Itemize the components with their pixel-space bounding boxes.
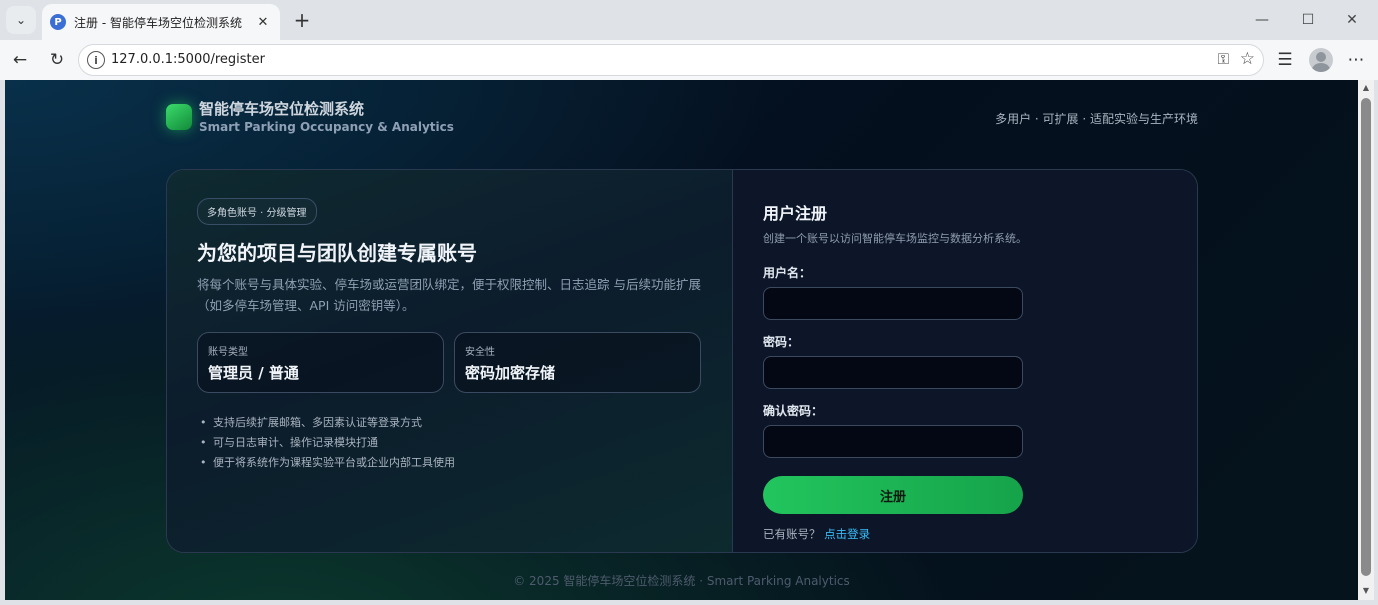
- more-menu-icon[interactable]: ⋯: [1344, 48, 1368, 72]
- profile-avatar[interactable]: [1309, 48, 1333, 72]
- brand: 智能停车场空位检测系统 Smart Parking Occupancy & An…: [166, 100, 454, 135]
- register-button[interactable]: 注册: [763, 476, 1023, 514]
- close-window-icon[interactable]: ✕: [1340, 8, 1364, 32]
- username-label: 用户名：: [763, 266, 812, 280]
- password-input[interactable]: [763, 356, 1023, 389]
- security-card: 安全性 密码加密存储: [454, 332, 701, 393]
- account-type-card: 账号类型 管理员 / 普通: [197, 332, 444, 393]
- tab-search-chevron-icon[interactable]: ⌄: [6, 6, 36, 34]
- close-tab-icon[interactable]: ✕: [254, 13, 272, 31]
- role-pill: 多角色账号 · 分级管理: [197, 198, 317, 225]
- scroll-down-icon[interactable]: ▼: [1362, 586, 1370, 595]
- list-item: 便于将系统作为课程实验平台或企业内部工具使用: [197, 453, 702, 473]
- tab-title: 注册 - 智能停车场空位检测系统: [74, 15, 242, 30]
- browser-tab[interactable]: P 注册 - 智能停车场空位检测系统 ✕: [42, 4, 280, 40]
- scrollbar-thumb[interactable]: [1361, 98, 1371, 576]
- header-tagline: 多用户 · 可扩展 · 适配实验与生产环境: [995, 112, 1198, 126]
- site-info-icon[interactable]: i: [87, 51, 105, 69]
- brand-title: 智能停车场空位检测系统: [199, 100, 365, 118]
- address-bar[interactable]: i 127.0.0.1:5000/register ⚿ ☆: [78, 44, 1264, 76]
- register-card: 多角色账号 · 分级管理 为您的项目与团队创建专属账号 将每个账号与具体实验、停…: [166, 169, 1198, 553]
- browser-toolbar: ← ↻ i 127.0.0.1:5000/register ⚿ ☆ ☰ ⋯: [0, 40, 1378, 80]
- username-input[interactable]: [763, 287, 1023, 320]
- login-prompt-line: 已有账号？ 点击登录: [763, 526, 1167, 542]
- maximize-icon[interactable]: ☐: [1296, 8, 1320, 32]
- form-title: 用户注册: [763, 204, 828, 223]
- password-label: 密码：: [763, 335, 800, 349]
- form-subtitle: 创建一个账号以访问智能停车场监控与数据分析系统。: [763, 232, 1027, 245]
- minimize-icon[interactable]: —: [1250, 8, 1274, 32]
- scroll-up-icon[interactable]: ▲: [1362, 83, 1370, 92]
- page-viewport: 智能停车场空位检测系统 Smart Parking Occupancy & An…: [5, 80, 1358, 600]
- back-icon[interactable]: ←: [8, 48, 32, 72]
- confirm-password-label: 确认密码：: [763, 404, 824, 418]
- info-label: 账号类型: [208, 347, 248, 358]
- list-item: 可与日志审计、操作记录模块打通: [197, 433, 702, 453]
- info-value: 密码加密存储: [465, 364, 556, 382]
- login-prompt: 已有账号？: [763, 527, 821, 541]
- browser-tab-bar: ⌄ P 注册 - 智能停车场空位检测系统 ✕ + — ☐ ✕: [0, 0, 1378, 40]
- intro-title: 为您的项目与团队创建专属账号: [197, 241, 477, 265]
- favicon-icon: P: [50, 14, 66, 30]
- page-scrollbar[interactable]: ▲ ▼: [1358, 80, 1374, 600]
- list-item: 支持后续扩展邮箱、多因素认证等登录方式: [197, 413, 702, 433]
- footer-text: © 2025 智能停车场空位检测系统 · Smart Parking Analy…: [513, 574, 850, 588]
- info-value: 管理员 / 普通: [208, 364, 299, 382]
- url-text[interactable]: 127.0.0.1:5000/register: [111, 52, 265, 67]
- new-tab-icon[interactable]: +: [290, 8, 314, 32]
- feature-list: 支持后续扩展邮箱、多因素认证等登录方式 可与日志审计、操作记录模块打通 便于将系…: [197, 413, 702, 473]
- login-link[interactable]: 点击登录: [824, 527, 870, 541]
- logo-icon: [166, 104, 192, 130]
- brand-subtitle: Smart Parking Occupancy & Analytics: [199, 120, 454, 134]
- intro-panel: 多角色账号 · 分级管理 为您的项目与团队创建专属账号 将每个账号与具体实验、停…: [167, 170, 733, 552]
- info-label: 安全性: [465, 347, 495, 358]
- favorites-icon[interactable]: ☰: [1273, 48, 1297, 72]
- bookmark-star-icon[interactable]: ☆: [1240, 49, 1255, 69]
- reload-icon[interactable]: ↻: [45, 48, 69, 72]
- confirm-password-input[interactable]: [763, 425, 1023, 458]
- intro-description: 将每个账号与具体实验、停车场或运营团队绑定，便于权限控制、日志追踪 与后续功能扩…: [197, 277, 701, 313]
- key-icon[interactable]: ⚿: [1218, 50, 1229, 68]
- register-form-panel: 用户注册 创建一个账号以访问智能停车场监控与数据分析系统。 用户名： 密码： 确…: [733, 170, 1197, 552]
